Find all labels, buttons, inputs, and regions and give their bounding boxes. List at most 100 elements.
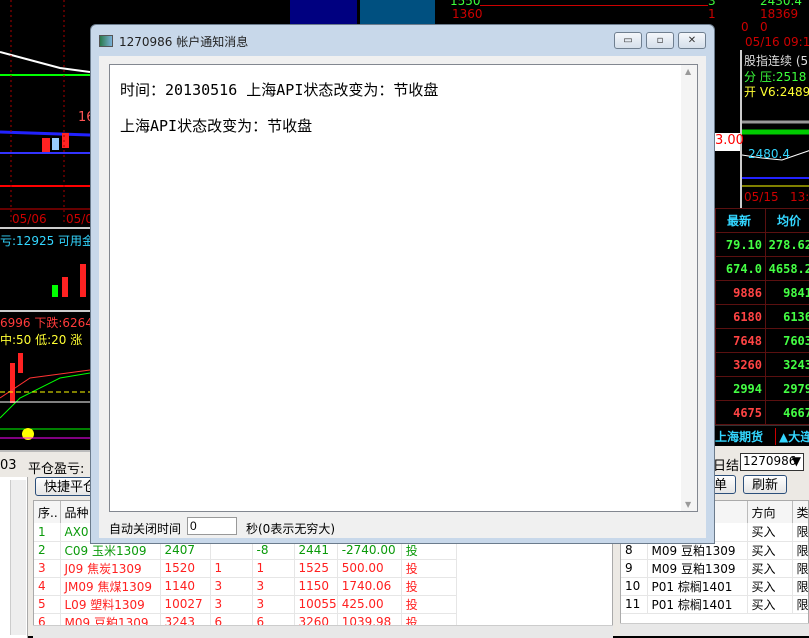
avg-price: 7603 bbox=[766, 329, 809, 353]
table-row[interactable]: 11P01 棕榈1401买入限价 bbox=[621, 595, 809, 613]
indicator-line-2: 中:50 低:20 涨 bbox=[0, 331, 82, 348]
account-notification-dialog: 1270986 帐户通知消息 ▭ ▫ ✕ 时间：20130516 上海API状态… bbox=[90, 24, 715, 544]
table-row[interactable]: 3J09 焦炭13091520111525500.00投 bbox=[34, 559, 613, 577]
row-direction: 买入 bbox=[747, 595, 792, 613]
last-price: 6180 bbox=[716, 305, 766, 329]
indicator-line-1: 6996 下跌:6264 bbox=[0, 314, 90, 331]
row-direction: 买入 bbox=[747, 523, 792, 541]
dialog-title: 1270986 帐户通知消息 bbox=[119, 33, 248, 50]
row-no: 4 bbox=[34, 577, 60, 595]
horizontal-scrollbar[interactable] bbox=[33, 625, 613, 638]
price-tag: 3.00 bbox=[715, 133, 740, 151]
row-cell: 1740.06 bbox=[337, 577, 401, 595]
quote-row[interactable]: 98869841 bbox=[716, 281, 809, 305]
row-name: M09 豆粕1309 bbox=[647, 559, 747, 577]
table-row[interactable]: 9M09 豆粕1309买入限价 bbox=[621, 559, 809, 577]
row-name: P01 棕榈1401 bbox=[647, 577, 747, 595]
auto-close-input[interactable] bbox=[187, 517, 237, 535]
row-cell: 3 bbox=[210, 595, 252, 613]
row-no: 2 bbox=[34, 541, 60, 559]
last-price: 3260 bbox=[716, 353, 766, 377]
row-no: 10 bbox=[621, 577, 647, 595]
header-avg[interactable]: 均价 bbox=[766, 209, 809, 233]
close-button[interactable]: ✕ bbox=[678, 32, 706, 49]
dropdown-arrow-icon: ▼ bbox=[792, 454, 801, 468]
indicator-line: 开 V6:2489 bbox=[744, 83, 809, 100]
price-label: 1360 bbox=[452, 7, 483, 21]
row-cell: 500.00 bbox=[337, 559, 401, 577]
tab-shanghai-futures[interactable]: 上海期货 bbox=[715, 428, 763, 445]
price-label: 16 bbox=[78, 110, 90, 125]
quote-row[interactable]: 61806136 bbox=[716, 305, 809, 329]
pnl-label: 平仓盈亏: bbox=[28, 458, 84, 477]
last-price: 79.10 bbox=[716, 233, 766, 257]
refresh-button[interactable]: 刷新 bbox=[743, 475, 787, 494]
status-text: 03 bbox=[0, 458, 17, 473]
top-center-chart: 1550 1360 3.59% 1360 bbox=[290, 0, 740, 24]
tab-dalian[interactable]: ▲大连 bbox=[775, 428, 809, 445]
scroll-up-icon[interactable]: ▲ bbox=[685, 67, 691, 76]
row-type: 限价 bbox=[792, 541, 809, 559]
quote-row[interactable]: 674.04658.2 bbox=[716, 257, 809, 281]
row-cell: 1525 bbox=[294, 559, 337, 577]
dialog-client: 时间：20130516 上海API状态改变为：节收盘 上海API状态改变为：节收… bbox=[99, 56, 706, 538]
row-name: JM09 焦煤1309 bbox=[60, 577, 160, 595]
row-no: 5 bbox=[34, 595, 60, 613]
row-no: 9 bbox=[621, 559, 647, 577]
value-label: 0 bbox=[760, 20, 768, 34]
row-cell: 3 bbox=[252, 595, 294, 613]
volume-bars bbox=[0, 259, 90, 309]
row-name: L09 塑料1309 bbox=[60, 595, 160, 613]
row-name: J09 焦炭1309 bbox=[60, 559, 160, 577]
row-cell: 1150 bbox=[294, 577, 337, 595]
date-label: 05/0 bbox=[66, 212, 90, 225]
quote-row[interactable]: 79.10278.62 bbox=[716, 233, 809, 257]
row-direction: 买入 bbox=[747, 577, 792, 595]
row-direction: 买入 bbox=[747, 559, 792, 577]
header-type[interactable]: 类型 bbox=[792, 501, 809, 523]
quote-row[interactable]: 76487603 bbox=[716, 329, 809, 353]
row-cell: 1 bbox=[210, 559, 252, 577]
avg-price: 3243 bbox=[766, 353, 809, 377]
minimize-button[interactable]: ▭ bbox=[614, 32, 642, 49]
vertical-scrollbar[interactable]: ▲ ▼ bbox=[681, 65, 697, 511]
row-type: 限价 bbox=[792, 577, 809, 595]
quote-row[interactable]: 32603243 bbox=[716, 353, 809, 377]
header-no[interactable]: 序.. bbox=[34, 501, 60, 523]
avg-price: 6136 bbox=[766, 305, 809, 329]
avg-price: 278.62 bbox=[766, 233, 809, 257]
table-row[interactable]: 4JM09 焦煤130911403311501740.06投 bbox=[34, 577, 613, 595]
maximize-button[interactable]: ▫ bbox=[646, 32, 674, 49]
row-type: 限价 bbox=[792, 595, 809, 613]
time-label: 13: bbox=[790, 190, 809, 204]
message-line: 时间：20130516 上海API状态改变为：节收盘 bbox=[120, 79, 438, 100]
market-tabs: 上海期货 ▲大连 bbox=[715, 425, 809, 446]
date-label: 05/06 bbox=[12, 212, 47, 225]
avg-price: 2979 bbox=[766, 377, 809, 401]
row-cell: 1140 bbox=[160, 577, 210, 595]
message-textarea[interactable]: 时间：20130516 上海API状态改变为：节收盘 上海API状态改变为：节收… bbox=[109, 64, 698, 512]
row-cell: 1520 bbox=[160, 559, 210, 577]
header-direction[interactable]: 方向 bbox=[747, 501, 792, 523]
account-select[interactable]: 1270986▼ bbox=[740, 453, 804, 471]
side-scrollbar[interactable] bbox=[10, 480, 26, 635]
last-price: 674.0 bbox=[716, 257, 766, 281]
top-right-chart: 0 2430.4 18369 0 05/16 09:15 bbox=[715, 0, 809, 48]
value-label: 0 bbox=[741, 20, 749, 34]
date-label: 05/15 bbox=[744, 190, 779, 204]
quote-row[interactable]: 29942979 bbox=[716, 377, 809, 401]
chart-title: 股指连续 (5 bbox=[744, 52, 808, 69]
row-cell: 投 bbox=[401, 559, 456, 577]
table-row[interactable]: 10P01 棕榈1401买入限价 bbox=[621, 577, 809, 595]
header-last[interactable]: 最新 bbox=[716, 209, 766, 233]
horizontal-scrollbar[interactable] bbox=[620, 623, 809, 636]
avg-price: 4658.2 bbox=[766, 257, 809, 281]
account-line: 亏:12925 可用金: bbox=[0, 232, 90, 249]
auto-close-hint: 秒(0表示无穷大) bbox=[246, 520, 335, 537]
row-cell: 投 bbox=[401, 577, 456, 595]
indicator-drawing bbox=[0, 348, 90, 448]
right-index-chart: 股指连续 (5 分 压:2518 开 V6:2489 2480.4 05/15 … bbox=[740, 50, 809, 208]
quote-row[interactable]: 46754667 bbox=[716, 401, 809, 425]
table-row[interactable]: 5L09 塑料1309100273310055425.00投 bbox=[34, 595, 613, 613]
scroll-down-icon[interactable]: ▼ bbox=[685, 500, 691, 509]
